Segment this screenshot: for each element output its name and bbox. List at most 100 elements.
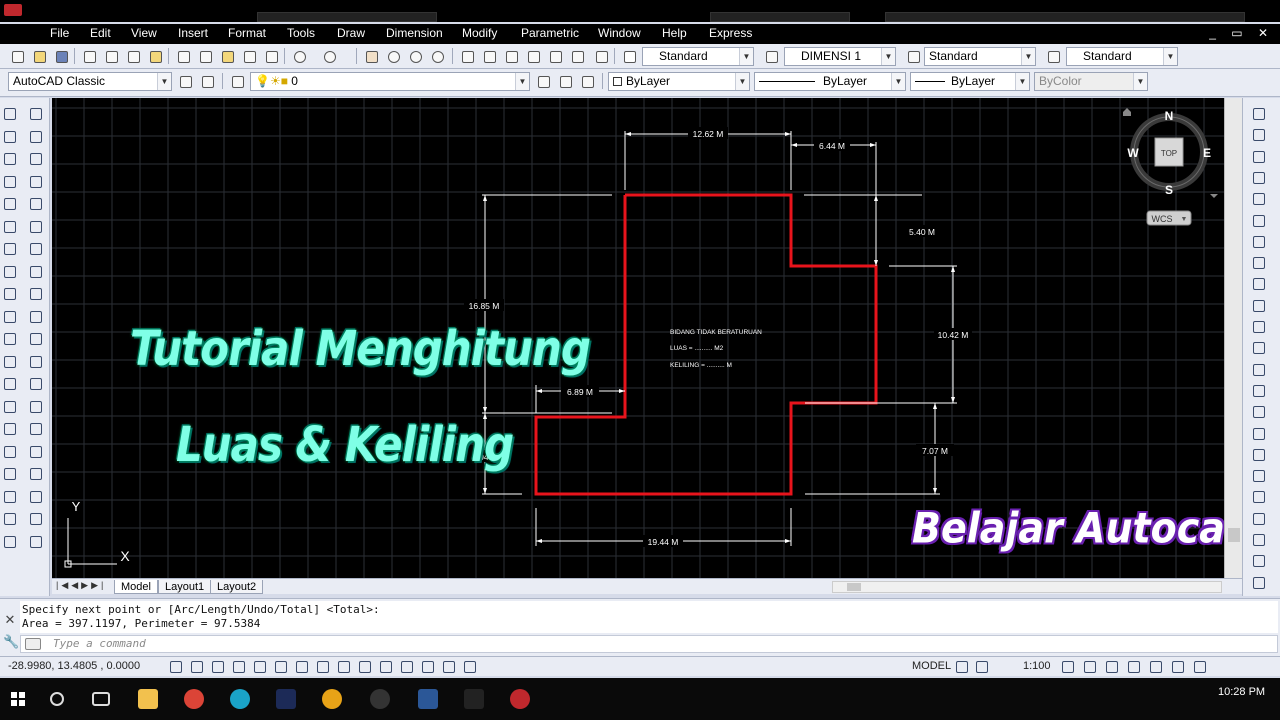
multileader-style-select[interactable]: Standard ▼ xyxy=(1066,47,1178,66)
table-icon[interactable] xyxy=(2,489,18,505)
snap-mode-icon[interactable] xyxy=(189,659,205,675)
block-editor-icon[interactable] xyxy=(262,47,280,65)
tab-layout1[interactable]: Layout1 xyxy=(158,580,212,594)
infer-constraints-icon[interactable] xyxy=(168,659,184,675)
join-icon[interactable] xyxy=(1251,383,1267,399)
dynamic-input-icon[interactable] xyxy=(357,659,373,675)
dimension-linear-icon[interactable] xyxy=(1251,489,1267,505)
stretch-icon[interactable] xyxy=(1251,276,1267,292)
arc-icon[interactable] xyxy=(2,219,18,235)
photoshop-icon[interactable] xyxy=(276,689,296,709)
circle-icon[interactable] xyxy=(2,241,18,257)
workspace-select[interactable]: AutoCAD Classic ▼ xyxy=(8,72,172,91)
customize-icon[interactable] xyxy=(198,72,216,90)
calculator-icon[interactable] xyxy=(568,47,586,65)
pan-icon[interactable] xyxy=(362,47,380,65)
menu-edit[interactable]: Edit xyxy=(90,26,111,40)
explode-icon[interactable] xyxy=(1251,468,1267,484)
dim-point-icon[interactable] xyxy=(28,399,44,415)
chrome-icon[interactable] xyxy=(184,689,204,709)
autocad-logo-icon[interactable] xyxy=(4,4,22,16)
lineweight-select[interactable]: ByLayer ▼ xyxy=(910,72,1030,91)
menu-express[interactable]: Express xyxy=(709,26,752,40)
properties-icon[interactable] xyxy=(458,47,476,65)
dim-ellipse-arc-icon[interactable] xyxy=(28,331,44,347)
dim-multiline-text-icon[interactable] xyxy=(28,511,44,527)
add-selected-icon[interactable] xyxy=(2,534,18,550)
erase-icon[interactable] xyxy=(1251,106,1267,122)
transparency-icon[interactable] xyxy=(399,659,415,675)
workspace-switch-icon[interactable] xyxy=(1104,659,1120,675)
extend-icon[interactable] xyxy=(1251,319,1267,335)
dimension-ordinate-icon[interactable] xyxy=(1251,553,1267,569)
design-feed-icon[interactable] xyxy=(146,47,164,65)
chamfer-icon[interactable] xyxy=(1251,404,1267,420)
linetype-select[interactable]: ByLayer ▼ xyxy=(754,72,906,91)
search-strip[interactable] xyxy=(885,12,1245,22)
lineweight-icon[interactable] xyxy=(378,659,394,675)
layer-previous-icon[interactable] xyxy=(556,72,574,90)
dim-ellipse-icon[interactable] xyxy=(28,309,44,325)
paste-icon[interactable] xyxy=(218,47,236,65)
layer-select[interactable]: 💡☀■ 0 ▼ xyxy=(250,72,530,91)
point-icon[interactable] xyxy=(2,399,18,415)
customize-command-icon[interactable]: 🔧 xyxy=(3,635,19,649)
menu-format[interactable]: Format xyxy=(228,26,266,40)
cut-icon[interactable] xyxy=(174,47,192,65)
save-icon[interactable] xyxy=(52,47,70,65)
scale-icon[interactable] xyxy=(1251,255,1267,271)
rectangle-icon[interactable] xyxy=(2,196,18,212)
text-style-icon[interactable] xyxy=(620,47,638,65)
line-icon[interactable] xyxy=(2,106,18,122)
zoom-previous-icon[interactable] xyxy=(428,47,446,65)
design-center-icon[interactable] xyxy=(480,47,498,65)
app-sun-icon[interactable] xyxy=(322,689,342,709)
object-snap-tracking-icon[interactable] xyxy=(315,659,331,675)
drawing-area[interactable]: 12.62 M 6.44 M 5.40 M 10.42 M 7.07 M 16.… xyxy=(52,98,1224,578)
horizontal-scroll-thumb[interactable] xyxy=(847,583,861,591)
document-tab[interactable] xyxy=(710,12,850,22)
hatch-icon[interactable] xyxy=(2,421,18,437)
start-icon[interactable] xyxy=(8,689,28,709)
dim-circle-icon[interactable] xyxy=(28,241,44,257)
clean-screen-icon[interactable] xyxy=(1192,659,1208,675)
menu-modify[interactable]: Modify xyxy=(462,26,497,40)
menu-dimension[interactable]: Dimension xyxy=(386,26,443,40)
command-prompt-icon[interactable] xyxy=(25,638,41,650)
offset-icon[interactable] xyxy=(1251,170,1267,186)
compass-south[interactable]: S xyxy=(1165,183,1173,197)
dim-make-block-icon[interactable] xyxy=(28,376,44,392)
model-space-toggle[interactable]: MODEL xyxy=(912,660,951,672)
lock-ui-icon[interactable] xyxy=(1126,659,1142,675)
quick-properties-icon[interactable] xyxy=(420,659,436,675)
tool-palettes-icon[interactable] xyxy=(502,47,520,65)
isolate-objects-icon[interactable] xyxy=(1148,659,1164,675)
dimension-arc-icon[interactable] xyxy=(1251,532,1267,548)
home-icon[interactable] xyxy=(1123,108,1131,116)
polygon-icon[interactable] xyxy=(2,174,18,190)
zoom-window-icon[interactable] xyxy=(406,47,424,65)
insert-block-icon[interactable] xyxy=(2,354,18,370)
dim-insert-block-icon[interactable] xyxy=(28,354,44,370)
task-view-icon[interactable] xyxy=(92,692,110,706)
command-input[interactable]: Type a command xyxy=(20,635,1278,653)
ortho-mode-icon[interactable] xyxy=(231,659,247,675)
vertical-scrollbar[interactable] xyxy=(1224,98,1242,578)
compass-west[interactable]: W xyxy=(1127,146,1139,160)
file-explorer-icon[interactable] xyxy=(138,689,158,709)
selection-cycling-icon[interactable] xyxy=(441,659,457,675)
window-controls[interactable]: _ ▭ ✕ xyxy=(1209,26,1274,40)
zoom-realtime-icon[interactable] xyxy=(384,47,402,65)
polyline-icon[interactable] xyxy=(2,151,18,167)
copy-icon[interactable] xyxy=(196,47,214,65)
match-properties-icon[interactable] xyxy=(240,47,258,65)
menu-draw[interactable]: Draw xyxy=(337,26,365,40)
dim-hatch-icon[interactable] xyxy=(28,421,44,437)
construction-line-icon[interactable] xyxy=(2,129,18,145)
copy-icon[interactable] xyxy=(1251,127,1267,143)
ucs-dynamic-icon[interactable] xyxy=(336,659,352,675)
new-icon[interactable] xyxy=(8,47,26,65)
break-icon[interactable] xyxy=(1251,362,1267,378)
menu-tools[interactable]: Tools xyxy=(287,26,315,40)
help-icon[interactable] xyxy=(592,47,610,65)
